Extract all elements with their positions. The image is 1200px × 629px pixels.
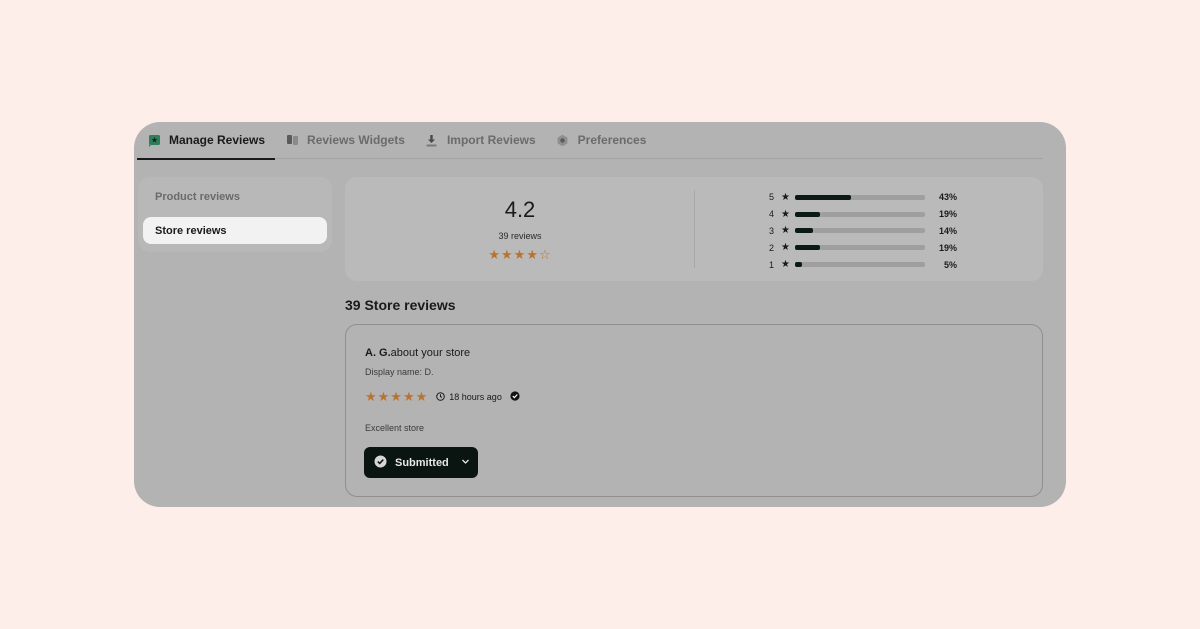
review-time: 18 hours ago [436,391,502,403]
distribution-star-count: 1 [769,259,775,270]
chevron-down-icon [461,457,470,469]
verified-check-icon [510,391,520,403]
distribution-star-count: 2 [769,242,775,253]
review-stars-icon: ★★★★★ [365,389,429,404]
star-icon: ★ [781,242,790,254]
section-title: 39 Store reviews [345,297,456,313]
app-window: Manage Reviews Reviews Widgets Import Re… [134,122,1066,507]
sidebar-item-store-reviews[interactable]: Store reviews [143,217,327,244]
distribution-row: 5 ★ 43% [769,189,969,206]
review-title: A. G.about your store [365,347,470,359]
tab-label: Import Reviews [446,133,536,147]
download-icon [425,133,439,147]
sidebar: Product reviews Store reviews [138,177,332,252]
check-circle-icon [374,455,387,471]
sidebar-item-label: Product reviews [155,190,240,203]
review-meta: ★★★★★ 18 hours ago [365,389,520,405]
distribution-percent: 19% [938,242,957,253]
distribution-star-count: 4 [769,209,775,220]
widgets-icon [285,133,299,147]
sidebar-item-product-reviews[interactable]: Product reviews [143,183,327,210]
distribution-percent: 14% [938,225,957,236]
distribution-bar-fill [795,211,820,217]
divider [694,190,695,268]
distribution-bar [795,211,925,217]
distribution-bar [795,245,925,251]
star-icon: ★ [781,225,790,237]
tab-label: Manage Reviews [169,133,266,147]
star-icon: ★ [781,259,790,271]
review-display-name: Display name: D. [365,367,434,377]
status-dropdown-button[interactable]: Submitted [364,447,478,478]
review-count: 39 reviews [498,231,542,241]
tab-label: Reviews Widgets [307,133,405,147]
distribution-row: 2 ★ 19% [769,239,969,256]
average-value: 4.2 [504,197,536,222]
star-flag-icon [147,133,161,147]
tab-preferences[interactable]: Preferences [546,122,657,159]
review-body: Excellent store [365,423,425,433]
distribution-row: 4 ★ 19% [769,206,969,223]
gear-icon [556,133,570,147]
distribution-bar-fill [795,228,814,234]
clock-icon [436,391,446,403]
distribution-bar-fill [795,245,820,251]
sidebar-item-label: Store reviews [155,224,227,237]
rating-distribution: 5 ★ 43% 4 ★ 19% 3 ★ 14% 2 ★ 19% 1 ★ 5% [769,189,969,273]
star-icon: ★ [781,208,790,220]
distribution-star-count: 5 [769,192,775,203]
tab-reviews-widgets[interactable]: Reviews Widgets [275,122,415,159]
distribution-bar [795,228,925,234]
tab-bar: Manage Reviews Reviews Widgets Import Re… [137,122,1043,160]
status-label: Submitted [395,456,449,469]
tab-import-reviews[interactable]: Import Reviews [415,122,546,159]
review-card: A. G.about your store Display name: D. ★… [345,324,1043,497]
rating-summary: 4.2 39 reviews ★★★★☆ 5 ★ 43% 4 ★ 19% 3 ★ 14% 2 ★ 19… [345,177,1043,281]
distribution-bar-fill [795,194,851,200]
distribution-bar-fill [795,262,802,268]
distribution-row: 1 ★ 5% [769,256,969,273]
review-about: about your store [390,347,471,359]
review-time-text: 18 hours ago [449,392,502,402]
review-author: A. G. [365,347,391,359]
distribution-percent: 19% [938,209,957,220]
distribution-bar [795,194,925,200]
tab-label: Preferences [577,133,647,147]
distribution-percent: 43% [938,192,957,203]
distribution-star-count: 3 [769,225,775,236]
distribution-bar [795,262,925,268]
distribution-percent: 5% [943,259,957,270]
tab-manage-reviews[interactable]: Manage Reviews [137,122,276,160]
star-icon: ★ [781,191,790,203]
distribution-row: 3 ★ 14% [769,223,969,240]
average-rating: 4.2 39 reviews ★★★★☆ [345,177,695,281]
average-stars-icon: ★★★★☆ [488,247,552,262]
